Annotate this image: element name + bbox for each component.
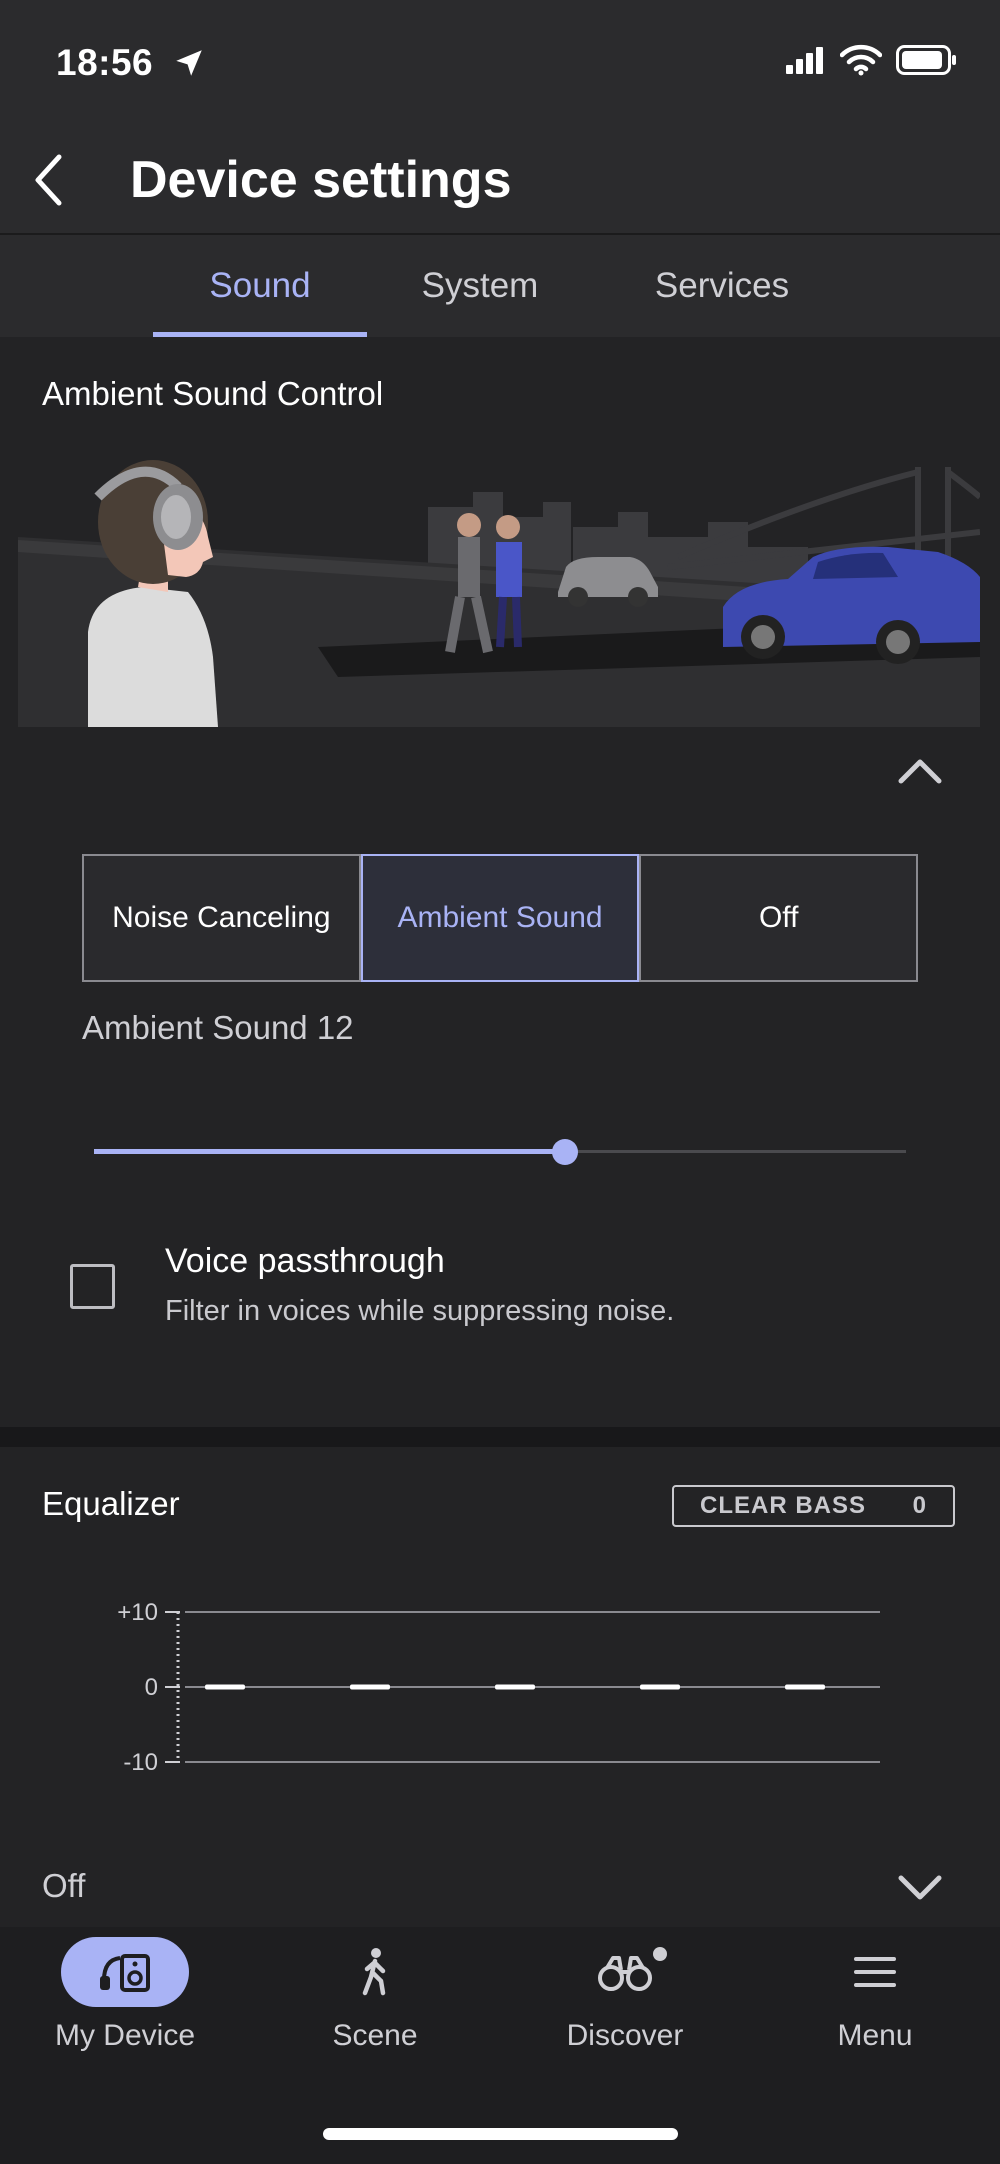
walking-person-icon xyxy=(362,1948,386,1996)
tab-services[interactable]: Services xyxy=(620,235,824,337)
nav-discover-label: Discover xyxy=(566,2019,684,2052)
eq-band-marker-1[interactable] xyxy=(205,1684,245,1690)
clear-bass-value: 0 xyxy=(912,1492,927,1519)
slider-fill xyxy=(94,1149,565,1154)
nav-scene[interactable]: Scene xyxy=(250,1927,500,2067)
clear-bass-badge[interactable]: CLEAR BASS 0 xyxy=(672,1485,955,1527)
nav-menu[interactable]: Menu xyxy=(750,1927,1000,2067)
tab-bar: Sound System Services xyxy=(0,235,1000,337)
nav-menu-label: Menu xyxy=(837,2019,913,2052)
nav-scene-label: Scene xyxy=(332,2019,418,2052)
battery-icon xyxy=(896,45,956,75)
voice-passthrough-title: Voice passthrough xyxy=(165,1242,445,1280)
binoculars-icon xyxy=(598,1956,652,1991)
nav-my-device-icon-pill xyxy=(61,1937,189,2007)
back-button[interactable] xyxy=(18,150,78,210)
equalizer-title: Equalizer xyxy=(42,1485,180,1522)
mode-ambient-sound-button[interactable]: Ambient Sound xyxy=(360,854,640,982)
eq-tick-zero: 0 xyxy=(145,1674,158,1701)
slider-thumb[interactable] xyxy=(552,1139,578,1165)
home-indicator[interactable] xyxy=(323,2128,678,2140)
tab-system[interactable]: System xyxy=(390,235,570,337)
mode-off-button[interactable]: Off xyxy=(639,854,919,982)
eq-band-marker-4[interactable] xyxy=(640,1684,680,1690)
headphones-speaker-icon xyxy=(100,1954,150,1992)
nav-my-device[interactable]: My Device xyxy=(0,1927,250,2067)
voice-passthrough-description: Filter in voices while suppressing noise… xyxy=(165,1295,675,1327)
nav-discover-icon-wrap xyxy=(561,1937,689,2007)
ambient-level-slider[interactable] xyxy=(94,1137,906,1167)
equalizer-graph[interactable]: +10 0 -10 xyxy=(100,1587,900,1777)
mode-noise-canceling-button[interactable]: Noise Canceling xyxy=(82,854,361,982)
nav-discover[interactable]: Discover xyxy=(500,1927,750,2067)
wifi-icon xyxy=(840,44,882,76)
page-title: Device settings xyxy=(130,151,512,209)
ambient-sound-control-section: Ambient Sound Control Noise Canceling Am… xyxy=(0,337,1000,1427)
eq-tick-plus10: +10 xyxy=(117,1599,158,1626)
header: Device settings xyxy=(0,130,1000,235)
nav-scene-icon-wrap xyxy=(311,1937,439,2007)
hamburger-menu-icon xyxy=(854,1957,896,1987)
nav-menu-icon-wrap xyxy=(811,1937,939,2007)
ambient-mode-selector: Noise Canceling Ambient Sound Off xyxy=(82,854,919,982)
eq-band-marker-5[interactable] xyxy=(785,1684,825,1690)
eq-band-marker-2[interactable] xyxy=(350,1684,390,1690)
collapse-chevron-up-icon[interactable] xyxy=(895,747,945,797)
ambient-level-label: Ambient Sound 12 xyxy=(82,1009,354,1046)
status-bar: 18:56 xyxy=(0,0,1000,130)
status-icons xyxy=(784,44,958,76)
eq-tick-minus10: -10 xyxy=(123,1749,158,1776)
expand-chevron-down-icon[interactable] xyxy=(895,1862,945,1912)
voice-passthrough-checkbox[interactable] xyxy=(70,1264,115,1309)
chevron-left-icon xyxy=(35,154,62,206)
ambient-sound-illustration xyxy=(18,460,980,727)
eq-band-marker-3[interactable] xyxy=(495,1684,535,1690)
ambient-sound-control-title: Ambient Sound Control xyxy=(42,375,384,412)
section-divider xyxy=(0,1427,1000,1447)
tab-sound[interactable]: Sound xyxy=(153,235,367,337)
notification-dot xyxy=(653,1947,667,1961)
nav-my-device-label: My Device xyxy=(54,2019,196,2052)
equalizer-preset-value: Off xyxy=(42,1867,86,1904)
clear-bass-label: CLEAR BASS xyxy=(700,1492,867,1519)
location-arrow-icon xyxy=(176,50,202,76)
equalizer-section: Equalizer CLEAR BASS 0 +10 0 -10 Off xyxy=(0,1447,1000,1927)
cellular-signal-icon xyxy=(786,47,823,74)
status-time: 18:56 xyxy=(56,42,154,83)
